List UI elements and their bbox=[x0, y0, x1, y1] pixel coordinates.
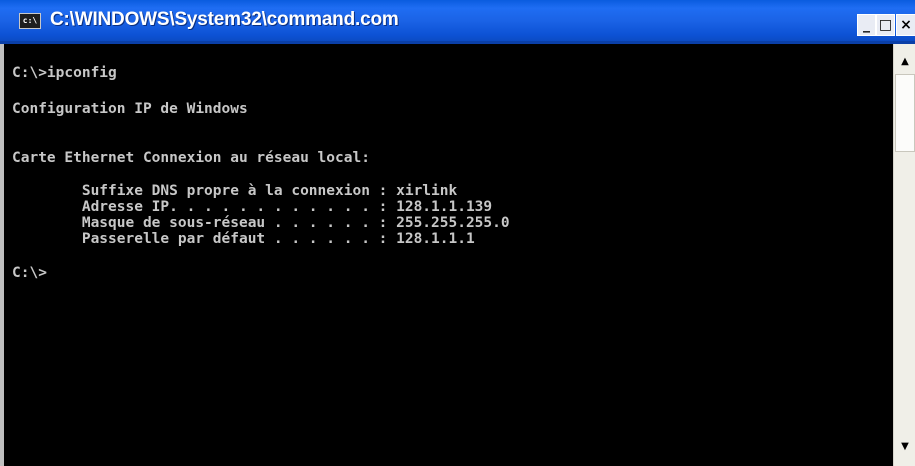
console-line-gateway: Passerelle par défaut . . . . . . : 128.… bbox=[12, 231, 475, 247]
console-line-dns-suffix: Suffixe DNS propre à la connexion : xirl… bbox=[12, 183, 458, 199]
scroll-down-arrow-icon[interactable]: ▼ bbox=[895, 436, 915, 457]
console-line-ip-address: Adresse IP. . . . . . . . . . . . : 128.… bbox=[12, 199, 493, 215]
command-prompt-window: c:\ C:\WINDOWS\System32\command.com _ □ … bbox=[0, 0, 915, 466]
console-line-adapter: Carte Ethernet Connexion au réseau local… bbox=[12, 150, 370, 166]
scroll-up-arrow-icon[interactable]: ▲ bbox=[895, 51, 915, 72]
maximize-button[interactable]: □ bbox=[876, 14, 895, 36]
vertical-scrollbar[interactable]: ▲ ▼ bbox=[893, 44, 915, 466]
console-app-icon[interactable]: c:\ bbox=[19, 13, 41, 29]
minimize-button[interactable]: _ bbox=[857, 14, 876, 36]
close-button[interactable]: × bbox=[896, 14, 915, 36]
title-bar[interactable]: c:\ C:\WINDOWS\System32\command.com _ □ … bbox=[0, 0, 915, 44]
console-line-subnet-mask: Masque de sous-réseau . . . . . . : 255.… bbox=[12, 215, 510, 231]
scroll-thumb[interactable] bbox=[895, 74, 915, 152]
console-line-heading: Configuration IP de Windows bbox=[12, 101, 248, 117]
console-output[interactable]: C:\>ipconfig Configuration IP de Windows… bbox=[0, 44, 893, 466]
window-title: C:\WINDOWS\System32\command.com bbox=[50, 9, 399, 30]
console-line-prompt: C:\> bbox=[12, 265, 47, 281]
console-line-command: C:\>ipconfig bbox=[12, 65, 117, 81]
